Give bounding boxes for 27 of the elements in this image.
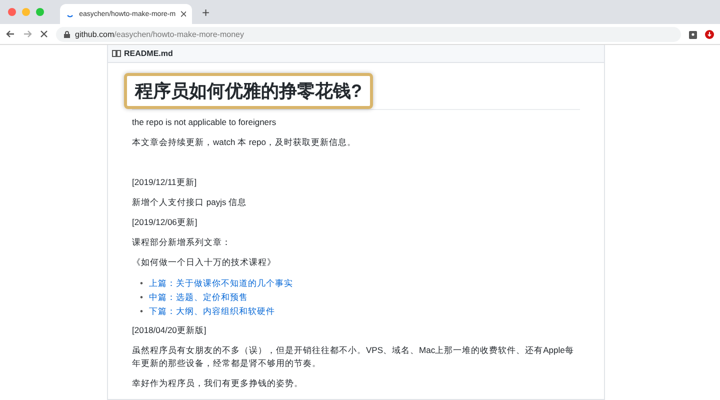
paragraph: the repo is not applicable to foreigners: [132, 116, 278, 129]
paragraph: [2019/12/11更新]: [132, 176, 198, 189]
paragraph: 新增个人支付接口 payjs 信息: [132, 196, 248, 209]
paragraph: 课程部分新增系列文章：: [132, 236, 232, 249]
book-icon: [112, 50, 121, 57]
paragraph: 本文章会持续更新，watch 本 repo，及时获取更新信息。: [132, 136, 357, 149]
stop-loading-icon[interactable]: [40, 30, 48, 38]
close-icon[interactable]: [180, 11, 186, 17]
article-link[interactable]: 中篇：选题、定价和预售: [148, 290, 248, 304]
lock-icon: [64, 30, 70, 38]
paragraph: 幸好作为程序员，我们有更多挣钱的姿势。: [132, 377, 304, 390]
paragraph: [2018/04/20更新版]: [132, 324, 208, 337]
bullet: •: [140, 291, 143, 304]
paragraph: 虽然程序员有女朋友的不多（误），但是开销往往都不小。VPS、域名、Mac上那一堆的收费软件、还有Apple每年更新的那些设备，经常都是肾不够用的节奏。: [132, 344, 575, 370]
back-arrow-icon[interactable]: [6, 30, 15, 38]
extension-icon[interactable]: [705, 30, 714, 38]
article-link[interactable]: 上篇：关于做课你不知道的几个事实: [148, 276, 293, 290]
readme-title: 程序员如何优雅的挣零花钱?: [124, 73, 373, 109]
clipboard-icon[interactable]: [689, 30, 697, 38]
address-bar[interactable]: github.com/easychen/howto-make-more-money: [56, 26, 681, 42]
new-tab-button[interactable]: +: [198, 4, 214, 20]
bullet: •: [140, 305, 143, 318]
file-name: README.md: [124, 49, 173, 58]
article-link[interactable]: 下篇：大纲、内容组织和软硬件: [148, 304, 275, 318]
paragraph: 《如何做一个日入十万的技术课程》: [132, 256, 277, 269]
paragraph: [2019/12/06更新]: [132, 216, 198, 229]
bullet: •: [140, 277, 143, 290]
